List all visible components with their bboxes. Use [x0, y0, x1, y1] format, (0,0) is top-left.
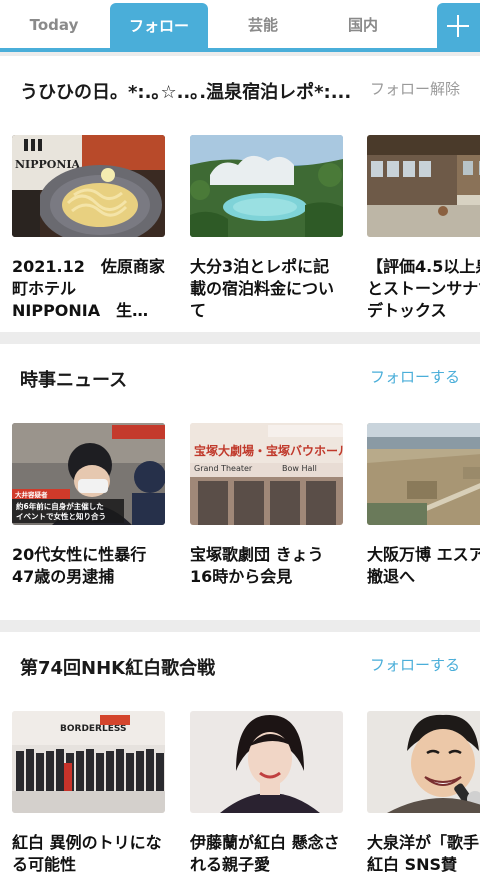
thumb-text: BORDERLESS — [60, 724, 126, 734]
thumb-sign-sub: Bow Hall — [282, 464, 317, 473]
article-title: 【評価4.5以上泉とストーンサナでデトックス — [367, 257, 480, 320]
article-card[interactable]: BORDERLESS 紅白 異例のトリになる可能性 — [12, 711, 165, 888]
article-thumbnail — [190, 711, 343, 813]
thumb-sign: 宝塚大劇場・宝塚バウホール — [194, 443, 343, 458]
section-title[interactable]: 時事ニュース — [20, 366, 127, 392]
section-title[interactable]: うひひの日。*:.｡☆..｡.温泉宿泊レポ*:... — [20, 78, 351, 104]
article-title: 大分3泊とレポに記載の宿泊料金について — [190, 257, 335, 320]
article-thumbnail — [367, 423, 480, 525]
article-card[interactable]: 大分3泊とレポに記載の宿泊料金について — [190, 135, 343, 322]
thumb-caption: 約6年前に自身が主催した — [16, 501, 104, 511]
section-onsen-blog: うひひの日。*:.｡☆..｡.温泉宿泊レポ*:... フォロー解除 NIPPON… — [0, 56, 480, 332]
article-card[interactable]: 大阪万博 エスアも撤退へ — [367, 423, 480, 610]
section-current-news: 時事ニュース フォローする 大井容疑者 約6年前に自身が主催した イベントで女性… — [0, 344, 480, 620]
tab-bar: Today フォロー 芸能 国内 — [0, 0, 480, 52]
thumb-badge: 大井容疑者 — [15, 490, 48, 499]
article-title: 2021.12 佐原商家町ホテル NIPPONIA 生… — [12, 257, 165, 320]
follow-button[interactable]: フォローする — [370, 654, 460, 675]
section-header: 時事ニュース フォローする — [0, 344, 480, 410]
section-header: うひひの日。*:.｡☆..｡.温泉宿泊レポ*:... フォロー解除 — [0, 56, 480, 122]
section-kohaku: 第74回NHK紅白歌合戦 フォローする BORDERLESS 紅白 異例のトリに… — [0, 632, 480, 888]
article-card[interactable]: 宝塚大劇場・宝塚バウホール Grand Theater Bow Hall 宝塚歌… — [190, 423, 343, 610]
article-thumbnail — [367, 135, 480, 237]
article-thumbnail: NIPPONIA — [12, 135, 165, 237]
article-thumbnail — [190, 135, 343, 237]
tab-entertainment[interactable]: 芸能 — [214, 2, 312, 48]
thumb-sign-sub: Grand Theater — [194, 464, 253, 473]
follow-button[interactable]: フォローする — [370, 366, 460, 387]
article-title: 大泉洋が「歌手で紅白 SNS賛 — [367, 833, 480, 874]
unfollow-button[interactable]: フォロー解除 — [367, 78, 460, 99]
section-header: 第74回NHK紅白歌合戦 フォローする — [0, 632, 480, 698]
article-title: 紅白 異例のトリになる可能性 — [12, 833, 162, 874]
thumb-caption: イベントで女性と知り合う — [16, 511, 106, 521]
article-thumbnail — [367, 711, 480, 813]
article-title: 宝塚歌劇団 きょう16時から会見 — [190, 545, 324, 586]
article-card[interactable]: 大井容疑者 約6年前に自身が主催した イベントで女性と知り合う 20代女性に性暴… — [12, 423, 165, 610]
article-thumbnail: 宝塚大劇場・宝塚バウホール Grand Theater Bow Hall — [190, 423, 343, 525]
article-title: 20代女性に性暴行 47歳の男逮捕 — [12, 545, 147, 586]
article-title: 伊藤蘭が紅白 懸念される親子愛 — [190, 833, 340, 874]
article-thumbnail: BORDERLESS — [12, 711, 165, 813]
article-card[interactable]: NIPPONIA 2021.12 佐原商家町ホテル NIPPONIA 生… — [12, 135, 165, 322]
article-thumbnail: 大井容疑者 約6年前に自身が主催した イベントで女性と知り合う — [12, 423, 165, 525]
tab-domestic[interactable]: 国内 — [314, 2, 412, 48]
article-card[interactable]: 伊藤蘭が紅白 懸念される親子愛 — [190, 711, 343, 888]
article-title: 大阪万博 エスアも撤退へ — [367, 545, 480, 586]
add-tab-button[interactable] — [437, 3, 480, 49]
tab-follow[interactable]: フォロー — [110, 3, 208, 49]
article-card[interactable]: 【評価4.5以上泉とストーンサナでデトックス — [367, 135, 480, 322]
article-card[interactable]: 大泉洋が「歌手で紅白 SNS賛 — [367, 711, 480, 888]
tab-today[interactable]: Today — [0, 2, 108, 48]
section-title[interactable]: 第74回NHK紅白歌合戦 — [20, 654, 215, 680]
thumb-text: NIPPONIA — [15, 158, 81, 171]
